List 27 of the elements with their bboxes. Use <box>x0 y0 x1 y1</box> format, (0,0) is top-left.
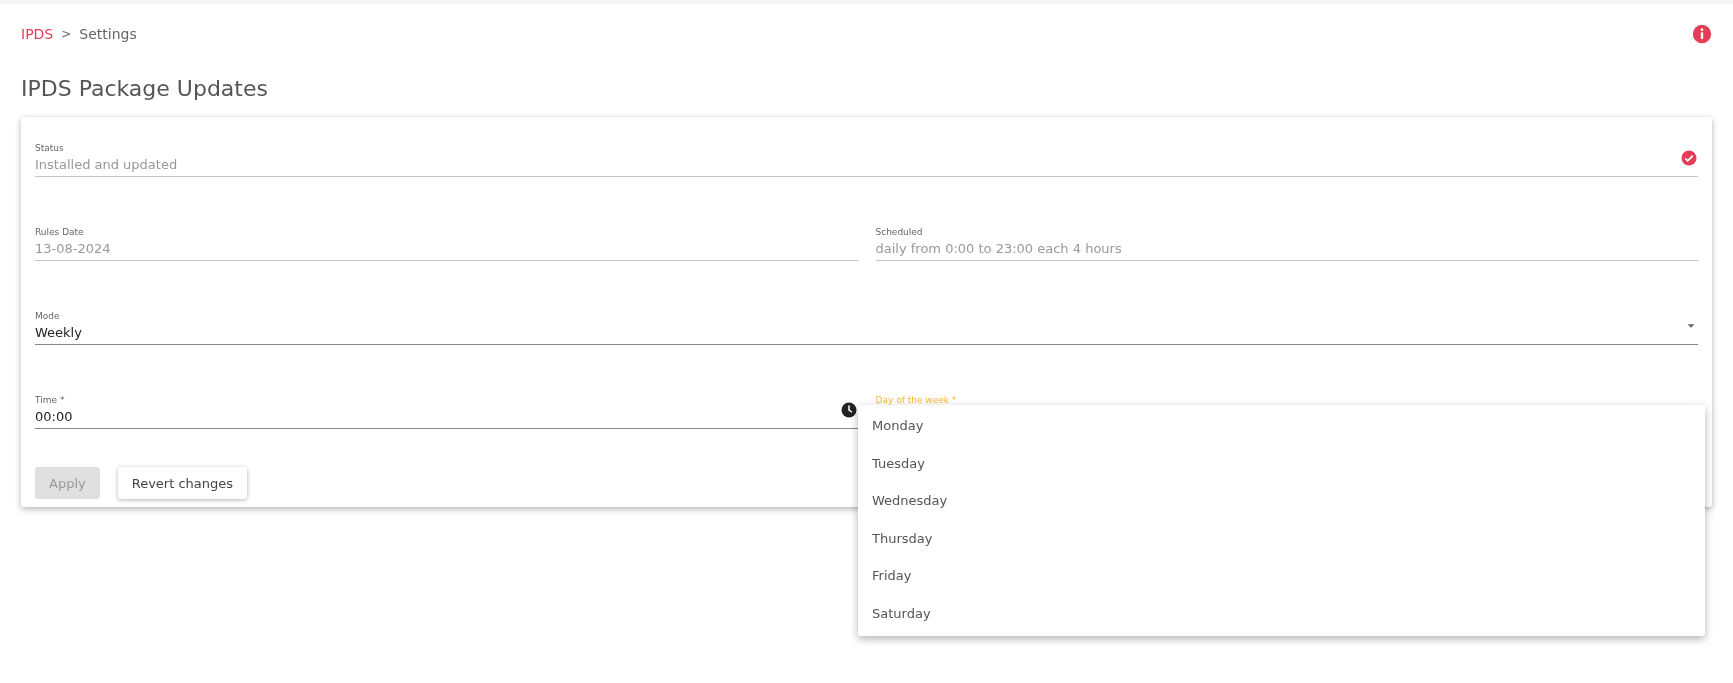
time-value: 00:00 <box>35 409 74 424</box>
dropdown-option[interactable]: Tuesday <box>858 444 1705 482</box>
field-label: Mode <box>35 311 61 321</box>
clock-icon <box>839 400 858 419</box>
field-label: Rules Date <box>35 227 85 237</box>
dropdown-option[interactable]: Thursday <box>858 519 1705 557</box>
status-value: Installed and updated <box>35 157 179 172</box>
check-circle-icon <box>1680 148 1698 167</box>
dropdown-option[interactable]: Saturday <box>858 594 1705 632</box>
time-input[interactable]: Time * 00:00 <box>35 395 858 429</box>
dropdown-option[interactable]: Friday <box>858 557 1705 595</box>
field-label: Day of the week * <box>875 395 958 405</box>
mode-select[interactable]: Mode Weekly <box>35 311 1698 345</box>
mode-value: Weekly <box>35 325 83 340</box>
field-label: Status <box>35 143 65 153</box>
page-title: IPDS Package Updates <box>21 76 269 101</box>
field-label: Time * <box>35 395 66 405</box>
dropdown-option[interactable]: Wednesday <box>858 482 1705 520</box>
breadcrumb-link[interactable]: IPDS <box>21 26 54 42</box>
breadcrumb-separator: > <box>61 27 72 41</box>
current-page-title: Settings <box>79 26 137 42</box>
schedule-value: daily from 0:00 to 23:00 each 4 hours <box>875 241 1123 256</box>
rules-date-value: 13-08-2024 <box>35 241 112 256</box>
field-label: Scheduled <box>875 227 924 237</box>
dropdown-option[interactable]: Monday <box>858 407 1705 445</box>
info-icon <box>1692 24 1712 44</box>
revert-button[interactable]: Revert changes <box>117 467 248 499</box>
